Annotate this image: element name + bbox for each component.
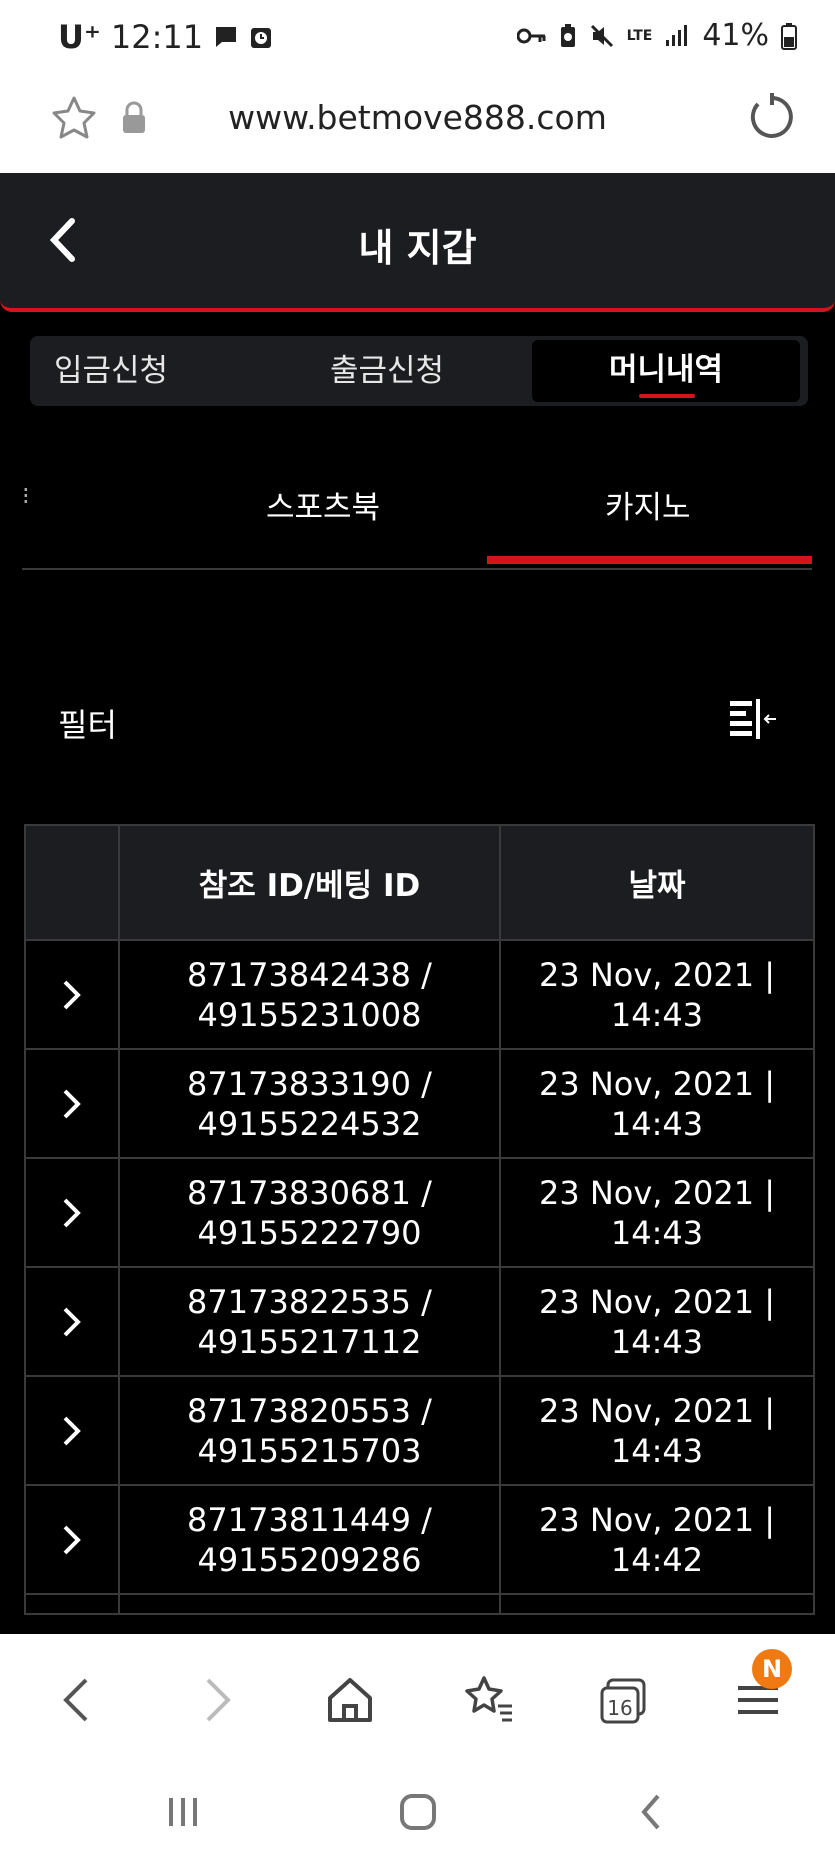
ref-id: 87173811449 /: [187, 1500, 432, 1539]
table-row[interactable]: 87173842438 /49155231008 23 Nov, 2021 | 1…: [26, 941, 813, 1050]
tab-deposit[interactable]: 입금신청: [54, 336, 168, 406]
carrier-label: U⁺: [58, 18, 101, 56]
alarm-icon: [251, 28, 272, 48]
date: 23 Nov, 2021 |: [538, 1500, 776, 1539]
bookmarks-icon[interactable]: [458, 1670, 518, 1730]
table-row[interactable]: 87173811449 /49155209286 23 Nov, 2021 | 1…: [26, 1486, 813, 1595]
tab-count: 16: [607, 1696, 633, 1720]
vpn-key-icon: [516, 28, 546, 43]
table-header: 참조 ID/베팅 ID 날짜: [26, 826, 813, 941]
time: 14:43: [610, 1431, 704, 1470]
message-icon: [216, 27, 237, 47]
tab-money-history[interactable]: 머니내역: [532, 340, 800, 402]
tab-money-history-label: 머니내역: [608, 352, 724, 388]
active-subtab-indicator: [487, 556, 812, 564]
filter-label[interactable]: 필터: [58, 700, 117, 746]
battery-percent: 41%: [702, 18, 769, 53]
date: 23 Nov, 2021 |: [538, 1391, 776, 1430]
subtab-sportsbook[interactable]: 스포츠북: [266, 482, 380, 527]
date: 23 Nov, 2021 |: [538, 1282, 776, 1321]
chevron-right-icon[interactable]: [61, 1305, 83, 1339]
bet-id: 49155215703: [197, 1431, 422, 1470]
recent-apps-icon[interactable]: [153, 1782, 213, 1842]
signal-icon: [666, 24, 688, 46]
table-row[interactable]: 87173822535 /49155217112 23 Nov, 2021 | 1…: [26, 1268, 813, 1377]
home-icon[interactable]: [320, 1670, 380, 1730]
date: 23 Nov, 2021 |: [538, 1064, 776, 1103]
chevron-right-icon[interactable]: [61, 978, 83, 1012]
chevron-right-icon[interactable]: [61, 1523, 83, 1557]
status-bar: U⁺ 12:11 LTE 41%: [0, 0, 835, 78]
notification-badge: N: [752, 1649, 792, 1689]
ref-id: 87173820553 /: [187, 1391, 432, 1430]
ref-id: 87173822535 /: [187, 1282, 432, 1321]
system-home-icon[interactable]: [388, 1782, 448, 1842]
history-table: 참조 ID/베팅 ID 날짜 87173842438 /49155231008 …: [24, 824, 815, 1615]
status-left: U⁺ 12:11: [58, 18, 273, 56]
filter-icon[interactable]: [728, 697, 778, 741]
battery-icon: [781, 22, 797, 50]
table-row[interactable]: 87173830681 /49155222790 23 Nov, 2021 | 1…: [26, 1159, 813, 1268]
chevron-right-icon[interactable]: [61, 1196, 83, 1230]
header-date: 날짜: [628, 868, 686, 904]
active-tab-indicator: [639, 394, 695, 398]
battery-saver-icon: [560, 23, 575, 47]
ref-id: 87173833190 /: [187, 1064, 432, 1103]
subtab-casino[interactable]: 카지노: [605, 482, 691, 527]
clock: 12:11: [110, 18, 204, 56]
time: 14:43: [610, 1104, 704, 1143]
browser-bottom-bar: 16 N: [0, 1634, 835, 1856]
wallet-tabs: 입금신청 출금신청 머니내역: [30, 336, 808, 406]
bet-id: 49155231008: [197, 995, 422, 1034]
browser-url-bar: www.betmove888.com: [0, 78, 835, 173]
page-title: 내 지갑: [358, 226, 477, 270]
tabs-button[interactable]: 16: [594, 1670, 654, 1730]
table-row[interactable]: 87173833190 /49155224532 23 Nov, 2021 | 1…: [26, 1050, 813, 1159]
ref-id: 87173842438 /: [187, 955, 432, 994]
bet-id: 49155224532: [197, 1104, 422, 1143]
header-expand: [26, 826, 120, 939]
browser-forward-icon[interactable]: [186, 1670, 246, 1730]
category-subtabs: ⁝ 스포츠북 카지노: [22, 460, 812, 570]
bet-id: 49155209286: [197, 1540, 422, 1579]
time: 14:42: [610, 1540, 704, 1579]
time: 14:43: [610, 1322, 704, 1361]
bet-id: 49155217112: [197, 1322, 422, 1361]
time: 14:43: [610, 1213, 704, 1252]
table-row-partial: [26, 1595, 813, 1613]
app-header: 내 지갑: [0, 173, 835, 312]
browser-back-icon[interactable]: [48, 1670, 108, 1730]
chevron-right-icon[interactable]: [61, 1414, 83, 1448]
subtab-more[interactable]: ⁝: [22, 482, 30, 510]
network-type: LTE: [626, 27, 653, 44]
reload-icon[interactable]: [747, 92, 797, 142]
bet-id: 49155222790: [197, 1213, 422, 1252]
date: 23 Nov, 2021 |: [538, 955, 776, 994]
table-row[interactable]: 87173820553 /49155215703 23 Nov, 2021 | 1…: [26, 1377, 813, 1486]
status-right: LTE 41%: [516, 18, 797, 53]
header-ref-id: 참조 ID/베팅 ID: [120, 826, 501, 939]
date: 23 Nov, 2021 |: [538, 1173, 776, 1212]
system-back-icon[interactable]: [622, 1782, 682, 1842]
url-text[interactable]: www.betmove888.com: [0, 98, 835, 137]
mute-icon: [590, 24, 613, 47]
time: 14:43: [610, 995, 704, 1034]
chevron-right-icon[interactable]: [61, 1087, 83, 1121]
ref-id: 87173830681 /: [187, 1173, 432, 1212]
tab-withdraw[interactable]: 출금신청: [330, 336, 444, 406]
